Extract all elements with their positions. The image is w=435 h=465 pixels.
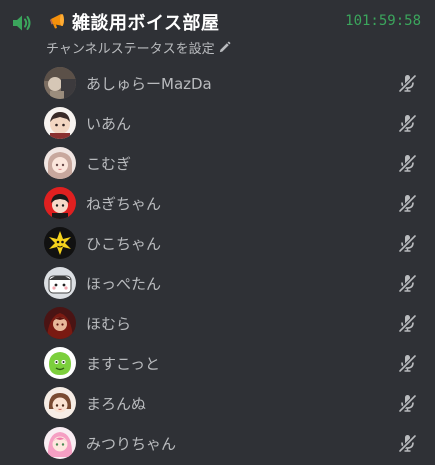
- channel-name: 雑談用ボイス部屋: [72, 13, 220, 34]
- voice-member[interactable]: こむぎ: [0, 143, 435, 183]
- speaker-icon[interactable]: [10, 11, 34, 35]
- member-name: ほむら: [86, 315, 132, 333]
- member-name: ますこっと: [86, 355, 160, 373]
- voice-member[interactable]: ほっぺたん: [0, 263, 435, 303]
- member-name: ひこちゃん: [86, 235, 162, 253]
- pencil-icon: [219, 41, 230, 53]
- avatar: [44, 347, 76, 379]
- member-name: ほっぺたん: [86, 275, 162, 293]
- microphone-muted-icon: [398, 314, 417, 333]
- voice-member[interactable]: いあん: [0, 103, 435, 143]
- voice-channel-header: 雑談用ボイス部屋 101:59:58 チャンネルステータスを設定: [0, 0, 435, 60]
- voice-member[interactable]: みつりちゃん: [0, 423, 435, 463]
- member-name: いあん: [86, 115, 132, 133]
- voice-member[interactable]: ひこちゃん: [0, 223, 435, 263]
- avatar: [44, 427, 76, 459]
- voice-member[interactable]: ねぎちゃん: [0, 183, 435, 223]
- member-name: まろんぬ: [86, 395, 147, 413]
- avatar: [44, 387, 76, 419]
- avatar: [44, 147, 76, 179]
- microphone-muted-icon: [398, 434, 417, 453]
- voice-member-list: あしゅらーMazDa いあん こむぎ ねぎちゃん ひこちゃん ほっぺたん ほむら…: [0, 63, 435, 463]
- member-name: あしゅらーMazDa: [86, 75, 212, 93]
- member-name: みつりちゃん: [86, 435, 177, 453]
- avatar: [44, 227, 76, 259]
- voice-member[interactable]: まろんぬ: [0, 383, 435, 423]
- megaphone-icon: [50, 14, 64, 29]
- voice-timer: 101:59:58: [345, 13, 421, 29]
- microphone-muted-icon: [398, 234, 417, 253]
- member-name: ねぎちゃん: [86, 195, 162, 213]
- avatar: [44, 107, 76, 139]
- avatar: [44, 267, 76, 299]
- microphone-muted-icon: [398, 114, 417, 133]
- microphone-muted-icon: [398, 394, 417, 413]
- microphone-muted-icon: [398, 154, 417, 173]
- voice-member[interactable]: あしゅらーMazDa: [0, 63, 435, 103]
- member-name: こむぎ: [86, 155, 132, 173]
- voice-member[interactable]: ほむら: [0, 303, 435, 343]
- microphone-muted-icon: [398, 274, 417, 293]
- microphone-muted-icon: [398, 194, 417, 213]
- avatar: [44, 187, 76, 219]
- avatar: [44, 307, 76, 339]
- set-channel-status-button[interactable]: チャンネルステータスを設定: [46, 38, 231, 57]
- voice-member[interactable]: ますこっと: [0, 343, 435, 383]
- microphone-muted-icon: [398, 74, 417, 93]
- channel-status-label: チャンネルステータスを設定: [46, 42, 215, 57]
- microphone-muted-icon: [398, 354, 417, 373]
- avatar: [44, 67, 76, 99]
